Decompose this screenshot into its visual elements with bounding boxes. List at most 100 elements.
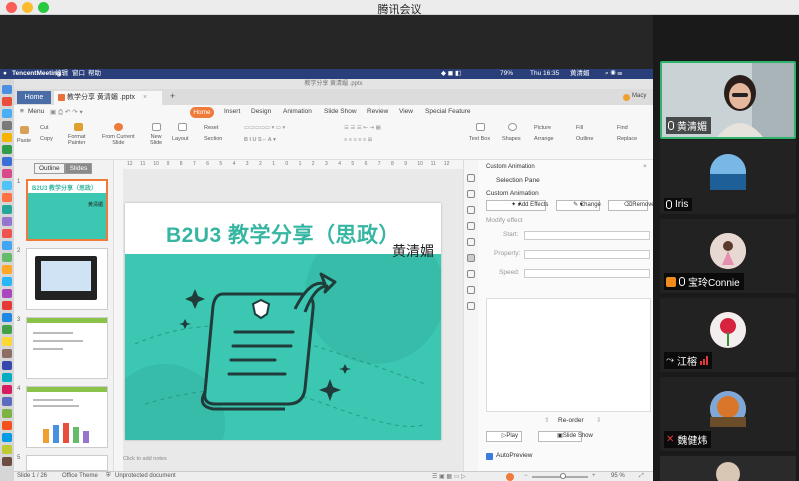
paste-button[interactable]: Paste: [17, 138, 31, 144]
dock-app-icon[interactable]: [2, 421, 12, 430]
remove-button[interactable]: ⌫ Remove: [608, 200, 653, 211]
dock-app-icon[interactable]: [2, 157, 12, 166]
slide-thumbnail[interactable]: [26, 248, 108, 310]
dock-app-icon[interactable]: [2, 193, 12, 202]
dock-app-icon[interactable]: [2, 109, 12, 118]
slide-thumbnail[interactable]: [26, 455, 108, 471]
close-pane-icon[interactable]: ×: [643, 163, 647, 170]
zoom-slider-thumb[interactable]: [560, 473, 566, 479]
dock-app-icon[interactable]: [2, 217, 12, 226]
apple-icon[interactable]: ●: [3, 69, 7, 79]
paste-icon[interactable]: [20, 126, 29, 134]
new-tab-button[interactable]: +: [170, 91, 175, 101]
dock-app-icon[interactable]: [2, 205, 12, 214]
paragraph-buttons[interactable]: ☰ ☰ ☰ ⇤ ⇥ ▦: [344, 125, 381, 131]
dock-app-icon[interactable]: [2, 97, 12, 106]
dock-app-icon[interactable]: [2, 313, 12, 322]
slides-tab[interactable]: Slides: [64, 163, 93, 174]
spotlight-icon[interactable]: ⌕ ◉ ☰: [605, 69, 622, 79]
picture-button[interactable]: Picture: [534, 125, 551, 131]
menu-button[interactable]: Menu: [28, 108, 44, 115]
current-slide[interactable]: B2U3 教学分享（思政） 黄清媚: [125, 203, 441, 440]
outline-button[interactable]: Outline: [576, 136, 593, 142]
text-box-button[interactable]: Text Box: [469, 136, 490, 142]
tab-slide-show[interactable]: Slide Show: [324, 108, 357, 115]
play-slideshow-icon[interactable]: [506, 473, 514, 481]
section-button[interactable]: Section: [204, 136, 222, 142]
dock-finder-icon[interactable]: [2, 85, 12, 94]
participant-tile[interactable]: [660, 456, 796, 481]
slide-thumbnail[interactable]: [26, 386, 108, 448]
dock-app-icon[interactable]: [2, 409, 12, 418]
dock-app-icon[interactable]: [2, 373, 12, 382]
close-tab-icon[interactable]: ×: [143, 94, 147, 101]
property-select[interactable]: [524, 250, 650, 259]
play-button[interactable]: ▷ Play: [486, 431, 522, 442]
dock-app-icon[interactable]: [2, 133, 12, 142]
pane-header[interactable]: Custom Animation: [486, 164, 535, 170]
cut-button[interactable]: Cut: [40, 125, 49, 131]
mac-menu-window[interactable]: 窗口: [72, 69, 85, 79]
dock-app-icon[interactable]: [2, 337, 12, 346]
new-slide-button[interactable]: New Slide: [150, 134, 162, 146]
tab-animation[interactable]: Animation: [283, 108, 312, 115]
zoom-level[interactable]: 95 %: [611, 473, 625, 479]
participant-tile[interactable]: Iris: [660, 140, 796, 214]
tab-special-feature[interactable]: Special Feature: [425, 108, 471, 115]
mac-clock[interactable]: Thu 16:35: [530, 69, 559, 79]
slide-thumbnail[interactable]: B2U3 教学分享（思政） 黄清媚: [26, 179, 108, 241]
fill-button[interactable]: Fill: [576, 125, 583, 131]
new-slide-icon[interactable]: [152, 123, 161, 131]
dock-app-icon[interactable]: [2, 433, 12, 442]
format-painter-button[interactable]: Format Painter: [68, 134, 85, 146]
autopreview-checkbox[interactable]: [486, 453, 493, 460]
from-current-slide-button[interactable]: From Current Slide: [102, 134, 135, 146]
mac-menu-help[interactable]: 帮助: [88, 69, 101, 79]
dock-app-icon[interactable]: [2, 457, 12, 466]
slide-show-button[interactable]: ▣ Slide Show: [538, 431, 593, 442]
tab-view[interactable]: View: [399, 108, 413, 115]
participant-tile[interactable]: 宝玲Connie: [660, 219, 796, 293]
hamburger-menu-icon[interactable]: ≡: [20, 108, 24, 115]
view-mode-buttons[interactable]: ☰ ▣ ▦ ▭ ▷: [432, 473, 466, 480]
document-tab[interactable]: 教学分享 黄清媚 .pptx ×: [54, 91, 162, 105]
dock-app-icon[interactable]: [2, 361, 12, 370]
quick-access-toolbar[interactable]: ▣ ⎙ ↶ ↷ ▾: [50, 108, 83, 117]
mac-menu-edit[interactable]: 编辑: [55, 69, 68, 79]
alignment-buttons[interactable]: ≡ ≡ ≡ ≡ ≡ ⊞: [344, 137, 372, 143]
user-avatar-icon[interactable]: [623, 94, 630, 101]
mac-user[interactable]: 黄清媚: [570, 69, 590, 79]
dock-app-icon[interactable]: [2, 145, 12, 154]
task-pane-icon[interactable]: [467, 238, 475, 246]
task-pane-icon[interactable]: [467, 174, 475, 182]
wps-home-tab[interactable]: Home: [17, 91, 51, 104]
shapes-button[interactable]: Shapes: [502, 136, 521, 142]
dock-app-icon[interactable]: [2, 397, 12, 406]
task-pane-icon[interactable]: [467, 206, 475, 214]
wifi-icon[interactable]: ◆ ◼ ◧: [441, 69, 461, 79]
tab-design[interactable]: Design: [251, 108, 271, 115]
dock-app-icon[interactable]: [2, 169, 12, 178]
theme-name[interactable]: Office Theme: [62, 473, 98, 479]
layout-icon[interactable]: [178, 123, 187, 131]
tab-insert[interactable]: Insert: [224, 108, 240, 115]
dock-app-icon[interactable]: [2, 301, 12, 310]
zoom-in-icon[interactable]: +: [592, 473, 596, 479]
format-painter-icon[interactable]: [74, 123, 83, 131]
dock-app-icon[interactable]: [2, 289, 12, 298]
replace-button[interactable]: Replace: [617, 136, 637, 142]
animation-list[interactable]: [486, 298, 651, 412]
change-button[interactable]: ✎ Change ▾: [556, 200, 601, 211]
task-pane-icon[interactable]: [467, 302, 475, 310]
layout-button[interactable]: Layout: [172, 136, 189, 142]
slide-thumbnail[interactable]: [26, 317, 108, 379]
dock-app-icon[interactable]: [2, 385, 12, 394]
speed-select[interactable]: [524, 269, 650, 278]
move-down-icon[interactable]: ⇩: [596, 416, 601, 424]
zoom-out-icon[interactable]: −: [524, 473, 528, 479]
notes-placeholder[interactable]: Click to add notes: [123, 456, 167, 462]
fit-window-icon[interactable]: ⤢: [639, 473, 644, 480]
dock-app-icon[interactable]: [2, 253, 12, 262]
selection-pane-link[interactable]: Selection Pane: [496, 177, 540, 184]
participant-tile[interactable]: ⤳ 江榕: [660, 298, 796, 372]
